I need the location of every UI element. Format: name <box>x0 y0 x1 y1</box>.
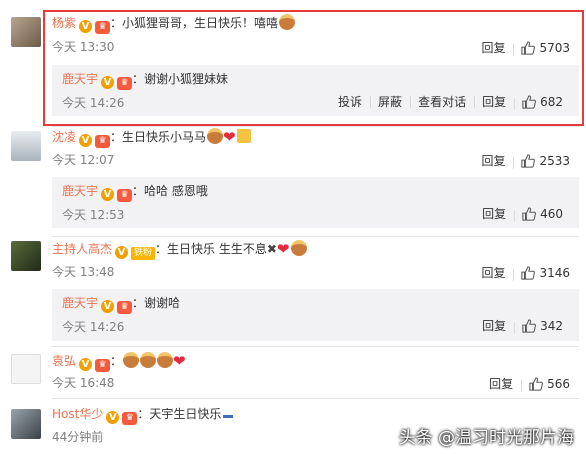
cake-emoji-icon <box>140 352 157 368</box>
divider <box>52 126 579 127</box>
avatar[interactable] <box>11 241 41 271</box>
like-button[interactable]: 342 <box>514 318 571 334</box>
clover-emoji-icon: ✖ <box>266 242 277 256</box>
avatar[interactable] <box>11 409 41 439</box>
reply-button[interactable]: 回复 <box>481 375 521 392</box>
avatar[interactable] <box>11 17 41 47</box>
replier-name[interactable]: 鹿天宇 <box>62 184 98 198</box>
divider <box>52 346 579 347</box>
vip-icon: ♛ <box>95 135 111 148</box>
reply-button[interactable]: 回复 <box>474 205 514 222</box>
commenter-name[interactable]: Host华少 <box>52 407 103 421</box>
reply-text: ：哈哈 感恩哦 <box>132 184 208 198</box>
like-count: 566 <box>547 376 570 391</box>
vip-icon: ♛ <box>117 301 133 314</box>
like-button[interactable]: 3146 <box>513 265 578 281</box>
comment-time: 44分钟前 <box>52 430 104 444</box>
cake-emoji-icon <box>157 352 174 368</box>
avatar[interactable] <box>11 354 41 384</box>
verified-badge-icon: V <box>101 300 115 313</box>
like-button[interactable]: 566 <box>521 376 578 392</box>
comment-time: 今天 13:48 <box>52 265 115 279</box>
verified-badge-icon: V <box>79 134 93 147</box>
comment-text: ： <box>110 354 123 368</box>
reply-box: 鹿天宇 V ♛ ：哈哈 感恩哦 今天 12:53 回复 460 <box>52 177 579 228</box>
comment-time: 今天 12:07 <box>52 153 115 167</box>
divider <box>52 236 579 237</box>
cake-emoji-icon <box>290 240 307 256</box>
thumb-up-icon <box>529 376 544 391</box>
reply-box: 鹿天宇 V ♛ ：谢谢哈 今天 14:26 回复 342 <box>52 289 579 341</box>
cake-emoji-icon <box>207 128 224 144</box>
reply-button[interactable]: 回复 <box>474 317 514 334</box>
heart-emoji-icon: ❤ <box>223 128 236 146</box>
like-button[interactable]: 460 <box>514 206 571 222</box>
comment-time: 今天 16:48 <box>52 376 115 390</box>
thumb-up-icon <box>522 318 537 333</box>
reply-time: 今天 12:53 <box>62 208 125 222</box>
thumb-up-icon <box>521 153 536 168</box>
commenter-name[interactable]: 沈凌 <box>52 130 76 144</box>
tea-emoji-icon <box>223 406 234 418</box>
vip-icon: ♛ <box>117 189 133 202</box>
replier-name[interactable]: 鹿天宇 <box>62 296 98 310</box>
like-count: 2533 <box>539 153 570 168</box>
vip-icon: ♛ <box>95 359 111 372</box>
reply-button[interactable]: 回复 <box>473 152 513 169</box>
comment-text: ：生日快乐 生生不息 <box>155 242 267 256</box>
verified-badge-icon: V <box>79 358 93 371</box>
verified-badge-icon: V <box>115 246 129 259</box>
commenter-name[interactable]: 主持人高杰 <box>52 242 112 256</box>
heart-emoji-icon: ❤ <box>173 352 186 370</box>
like-count: 342 <box>540 318 563 333</box>
avatar[interactable] <box>11 131 41 161</box>
cheers-emoji-icon <box>236 129 251 143</box>
like-count: 460 <box>540 206 563 221</box>
cake-emoji-icon <box>123 352 140 368</box>
comment-text: ：天宇生日快乐 <box>137 407 222 421</box>
heart-emoji-icon: ❤ <box>276 240 290 258</box>
fan-badge: 铁粉 <box>131 247 156 260</box>
reply-button[interactable]: 回复 <box>473 264 513 281</box>
vip-icon: ♛ <box>122 412 138 425</box>
verified-badge-icon: V <box>101 188 115 201</box>
highlight-box <box>43 10 584 126</box>
watermark: 头条 @温习时光那片海 <box>398 428 574 448</box>
commenter-name[interactable]: 袁弘 <box>52 354 76 368</box>
thumb-up-icon <box>522 206 537 221</box>
reply-time: 今天 14:26 <box>62 320 125 334</box>
verified-badge-icon: V <box>106 411 120 424</box>
reply-text: ：谢谢哈 <box>132 296 181 310</box>
like-button[interactable]: 2533 <box>513 153 578 169</box>
thumb-up-icon <box>521 265 536 280</box>
comment-text: ：生日快乐小马马 <box>110 130 207 144</box>
divider <box>52 398 579 399</box>
like-count: 3146 <box>539 265 570 280</box>
